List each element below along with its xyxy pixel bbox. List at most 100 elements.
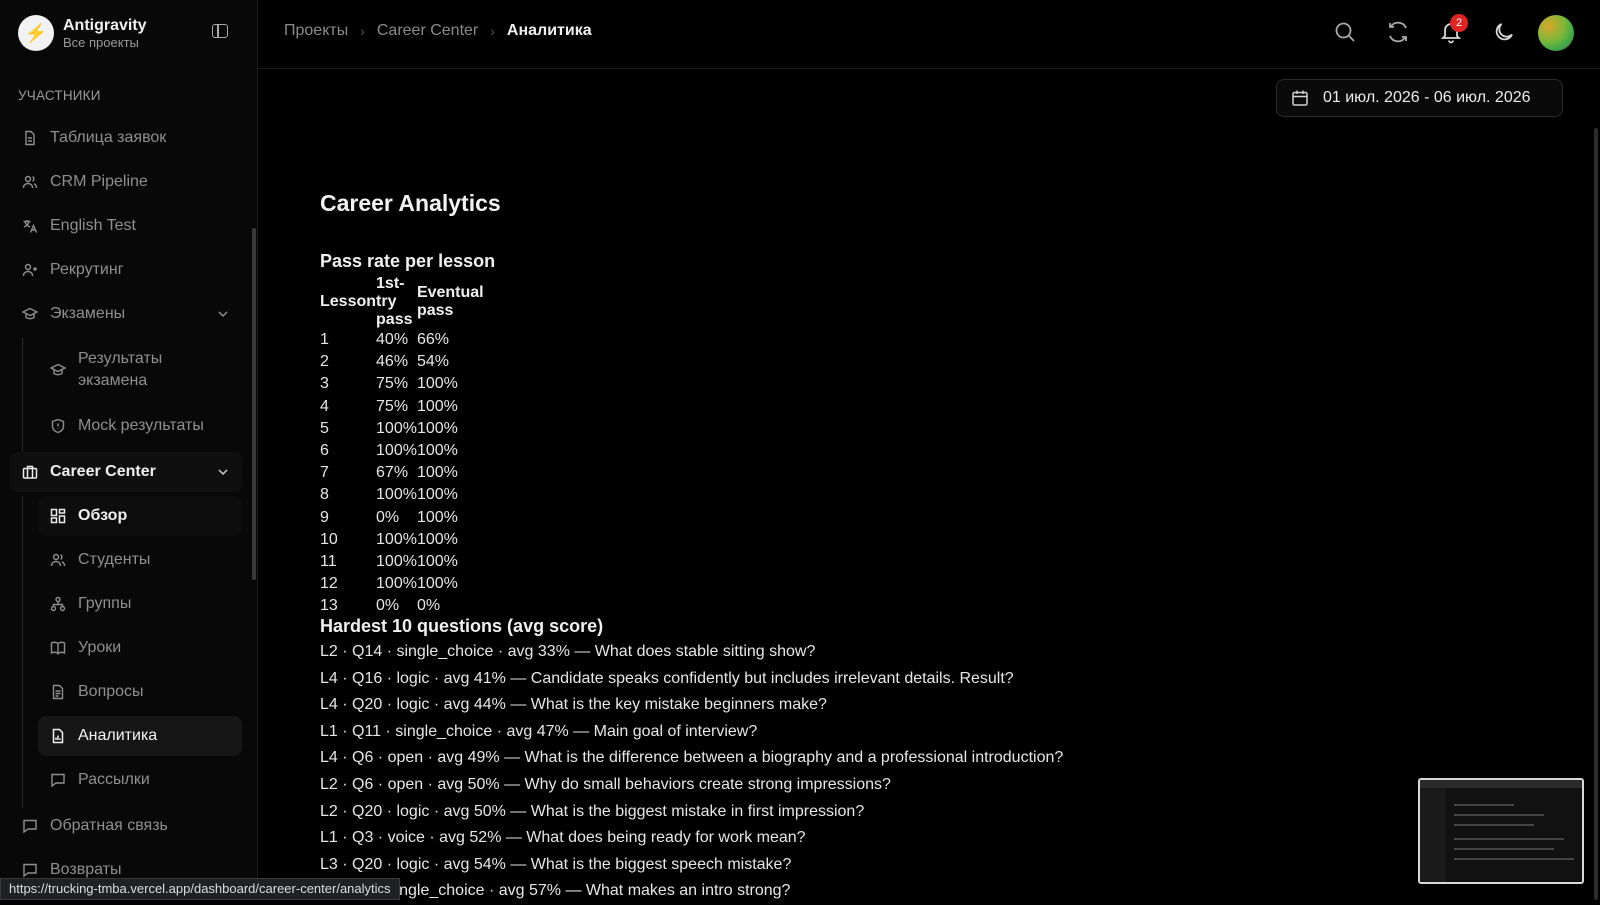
sidebar-toggle-icon[interactable] [212, 24, 228, 38]
sidebar-item-feedback[interactable]: Обратная связь [10, 806, 242, 846]
cell-eventual-pass: 0% [416, 597, 441, 615]
sidebar-item-label: Аналитика [78, 727, 158, 744]
project-switcher[interactable]: ⚡ Antigravity Все проекты [18, 15, 147, 51]
grid-icon [50, 508, 66, 524]
cell-first-try-pass: 40% [376, 331, 409, 349]
breadcrumb-career-center[interactable]: Career Center [377, 22, 478, 40]
cell-first-try-pass: 0% [376, 508, 400, 526]
sidebar-item-label: Обзор [78, 507, 128, 524]
pass-rate-heading: Pass rate per lesson [320, 251, 496, 271]
hardest-questions-heading: Hardest 10 questions (avg score) [320, 616, 604, 636]
cell-eventual-pass: 100% [416, 530, 458, 548]
hardest-questions-list: L2 · Q14 · single_choice · avg 33% — Wha… [320, 639, 1220, 905]
sidebar-item-english-test[interactable]: English Test [10, 206, 242, 246]
sidebar-item-exams[interactable]: Экзамены [10, 294, 242, 334]
cell-lesson: 10 [320, 530, 338, 548]
sidebar-item-label: Студенты [78, 551, 151, 568]
sidebar-item-crm-pipeline[interactable]: CRM Pipeline [10, 162, 242, 202]
sidebar-item-career-center[interactable]: Career Center [10, 452, 242, 492]
brand-subtitle: Все проекты [63, 34, 139, 50]
list-item: L4 · Q6 · open · avg 49% — What is the d… [320, 749, 1064, 767]
cell-eventual-pass: 100% [416, 552, 458, 570]
cell-first-try-pass: 100% [376, 442, 417, 460]
sidebar-item-lessons[interactable]: Уроки [38, 628, 242, 668]
sidebar-item-label: Таблица заявок [50, 129, 167, 146]
table-row: 11 100% 100% [320, 551, 484, 573]
cell-lesson: 6 [320, 442, 329, 460]
chevron-down-icon [218, 311, 228, 318]
cell-first-try-pass: 67% [376, 464, 409, 482]
sidebar-item-recruiting[interactable]: Рекрутинг [10, 250, 242, 290]
tree-connector [22, 338, 23, 462]
breadcrumb-projects[interactable]: Проекты [284, 22, 348, 40]
table-row: 3 75% 100% [320, 373, 484, 395]
table-row: 1 40% 66% [320, 329, 484, 351]
table-row: 5 100% 100% [320, 418, 484, 440]
sidebar-section-title: УЧАСТНИКИ [18, 88, 101, 103]
list-item: L2 · Q20 · logic · avg 50% — What is the… [320, 802, 865, 820]
status-bar-url: https://trucking-tmba.vercel.app/dashboa… [0, 878, 400, 900]
cell-eventual-pass: 100% [416, 486, 458, 504]
sidebar-item-exam-results[interactable]: Результаты экзамена [38, 346, 242, 394]
cell-first-try-pass: 100% [376, 486, 417, 504]
cell-lesson: 12 [320, 575, 338, 593]
file-text-icon [50, 684, 66, 700]
cell-eventual-pass: 100% [416, 508, 458, 526]
cell-lesson: 1 [320, 331, 329, 349]
sidebar-item-label: CRM Pipeline [50, 173, 148, 190]
moon-icon[interactable] [1492, 20, 1516, 44]
cell-lesson: 8 [320, 486, 329, 504]
breadcrumb-current: Аналитика [506, 22, 592, 39]
sidebar-item-overview[interactable]: Обзор [38, 496, 242, 536]
table-row: 13 0% 0% [320, 595, 484, 617]
cell-first-try-pass: 100% [376, 530, 417, 548]
cell-eventual-pass: 54% [416, 353, 449, 371]
sidebar-item-applications[interactable]: Таблица заявок [10, 118, 242, 158]
graduation-cap-icon [22, 306, 38, 322]
graduation-cap-icon [50, 362, 66, 378]
cell-lesson: 13 [320, 597, 338, 615]
avatar[interactable] [1538, 15, 1574, 51]
sidebar-item-label: Career Center [50, 463, 156, 480]
cell-lesson: 2 [320, 353, 329, 371]
cell-first-try-pass: 0% [376, 597, 400, 615]
cell-lesson: 4 [320, 397, 329, 415]
table-row: 7 67% 100% [320, 462, 484, 484]
sidebar: ⚡ Antigravity Все проекты УЧАСТНИКИ Табл… [0, 0, 258, 900]
screen-preview-thumbnail[interactable] [1418, 778, 1584, 884]
list-item: L1 · Q3 · voice · avg 52% — What does be… [320, 829, 806, 847]
translate-icon [22, 218, 38, 234]
sidebar-item-label: Рассылки [78, 771, 150, 788]
list-item: L3 · Q? · single_choice · avg 57% — What… [320, 882, 791, 900]
users-icon [50, 552, 66, 568]
sidebar-item-questions[interactable]: Вопросы [38, 672, 242, 712]
sidebar-item-mock-results[interactable]: Mock результаты [38, 406, 242, 446]
sidebar-item-mailings[interactable]: Рассылки [38, 760, 242, 800]
cell-lesson: 7 [320, 464, 329, 482]
cell-lesson: 11 [320, 552, 337, 570]
cell-first-try-pass: 100% [376, 419, 417, 437]
sidebar-item-label: English Test [50, 217, 136, 234]
file-chart-icon [50, 728, 66, 744]
chevron-right-icon: › [360, 23, 365, 39]
date-range-picker[interactable]: 01 июл. 2026 - 06 июл. 2026 [1276, 79, 1563, 117]
sidebar-scrollbar[interactable] [252, 228, 256, 580]
bolt-icon: ⚡ [18, 15, 54, 51]
main-scrollbar[interactable] [1594, 128, 1598, 900]
sidebar-item-groups[interactable]: Группы [38, 584, 242, 624]
search-icon[interactable] [1333, 20, 1357, 44]
cell-lesson: 9 [320, 508, 329, 526]
cell-eventual-pass: 100% [416, 419, 458, 437]
sidebar-item-students[interactable]: Студенты [38, 540, 242, 580]
sidebar-item-label: Обратная связь [50, 817, 168, 834]
sidebar-item-analytics[interactable]: Аналитика [38, 716, 242, 756]
tree-connector [22, 496, 23, 808]
table-row: 6 100% 100% [320, 440, 484, 462]
refresh-icon[interactable] [1386, 20, 1410, 44]
list-item: L3 · Q20 · logic · avg 54% — What is the… [320, 855, 792, 873]
book-icon [50, 640, 66, 656]
sidebar-item-label: Рекрутинг [50, 261, 124, 278]
cell-first-try-pass: 100% [376, 575, 417, 593]
cell-eventual-pass: 100% [416, 575, 458, 593]
cell-lesson: 3 [320, 375, 329, 393]
